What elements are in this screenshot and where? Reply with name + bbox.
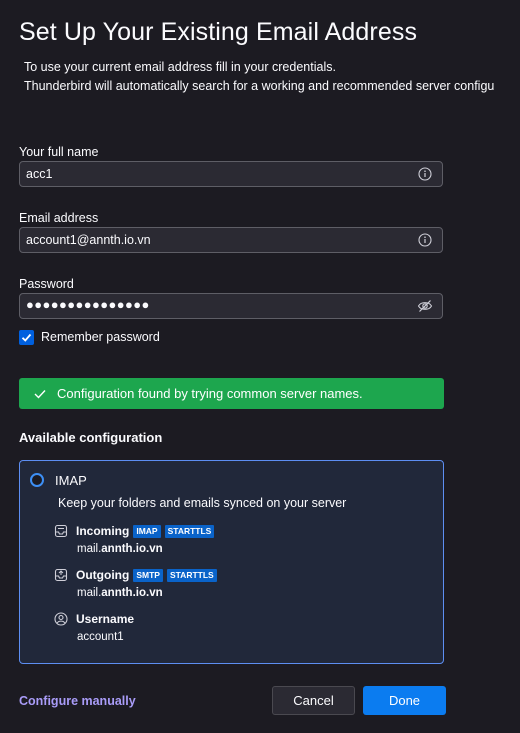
user-icon — [54, 612, 68, 626]
intro-line-2: Thunderbird will automatically search fo… — [24, 79, 495, 93]
incoming-protocol-badge: IMAP — [133, 524, 161, 538]
outgoing-security-badge: STARTTLS — [166, 568, 217, 582]
outgoing-label: Outgoing — [76, 568, 130, 582]
remember-password-checkbox[interactable] — [19, 329, 34, 345]
email-label: Email address — [19, 211, 99, 225]
full-name-label: Your full name — [19, 145, 99, 159]
username-value: account1 — [77, 631, 124, 643]
incoming-security-badge: STARTTLS — [164, 524, 215, 538]
done-button[interactable]: Done — [363, 686, 446, 715]
full-name-value: acc1 — [26, 167, 53, 181]
protocol-description: Keep your folders and emails synced on y… — [58, 496, 347, 510]
password-label: Password — [19, 277, 74, 291]
page-title: Set Up Your Existing Email Address — [19, 18, 418, 46]
info-icon[interactable] — [418, 167, 432, 181]
password-value: ●●●●●●●●●●●●●●● — [26, 297, 150, 312]
username-row: Username — [54, 612, 134, 626]
configure-manually-link[interactable]: Configure manually — [19, 694, 136, 708]
intro-line-1: To use your current email address fill i… — [24, 60, 336, 74]
email-value: account1@annth.io.vn — [26, 233, 151, 247]
outgoing-host: mail.annth.io.vn — [77, 587, 163, 599]
cancel-button[interactable]: Cancel — [272, 686, 355, 715]
outgoing-server-row: Outgoing SMTP STARTTLS — [54, 568, 217, 582]
username-label: Username — [76, 612, 135, 626]
status-banner: Configuration found by trying common ser… — [19, 378, 444, 409]
available-configuration-heading: Available configuration — [19, 430, 163, 445]
eye-slash-icon[interactable] — [417, 299, 433, 313]
info-icon[interactable] — [418, 233, 432, 247]
outgoing-server-icon — [54, 568, 68, 582]
remember-password-row[interactable]: Remember password — [19, 329, 160, 345]
email-input[interactable]: account1@annth.io.vn — [19, 227, 443, 253]
remember-password-label: Remember password — [41, 330, 160, 344]
incoming-host: mail.annth.io.vn — [77, 543, 163, 555]
incoming-server-row: Incoming IMAP STARTTLS — [54, 524, 215, 538]
imap-radio[interactable] — [30, 473, 44, 487]
imap-configuration-card[interactable]: IMAP Keep your folders and emails synced… — [19, 460, 444, 664]
check-icon — [34, 389, 46, 399]
checkmark-icon — [21, 333, 32, 342]
protocol-label: IMAP — [55, 473, 87, 488]
incoming-label: Incoming — [76, 524, 130, 538]
incoming-server-icon — [54, 524, 68, 538]
intro-text: To use your current email address fill i… — [24, 58, 494, 96]
full-name-input[interactable]: acc1 — [19, 161, 443, 187]
status-message: Configuration found by trying common ser… — [57, 386, 363, 401]
outgoing-protocol-badge: SMTP — [133, 568, 163, 582]
password-input[interactable]: ●●●●●●●●●●●●●●● — [19, 293, 443, 319]
